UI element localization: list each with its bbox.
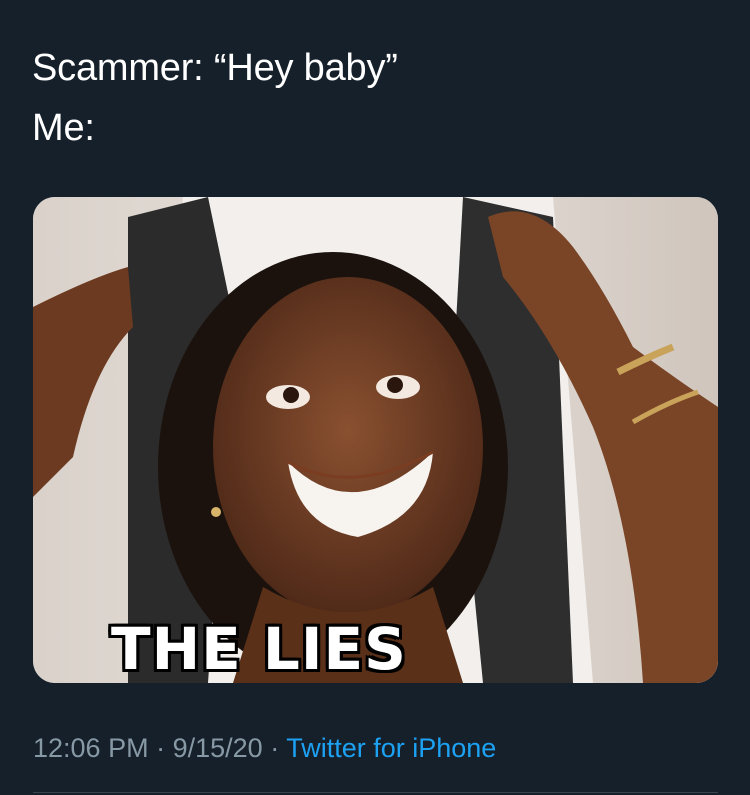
divider bbox=[33, 792, 718, 793]
tweet-text: Scammer: “Hey baby” Me: bbox=[32, 38, 398, 158]
meta-separator: · bbox=[270, 733, 280, 763]
tweet-line-2: Me: bbox=[32, 107, 95, 149]
tweet-time[interactable]: 12:06 PM bbox=[33, 733, 149, 763]
tweet-date[interactable]: 9/15/20 bbox=[173, 733, 263, 763]
tweet-metadata: 12:06 PM · 9/15/20 · Twitter for iPhone bbox=[33, 730, 496, 766]
gif-frame-illustration bbox=[33, 197, 718, 683]
gif-caption: THE LIES bbox=[111, 615, 407, 683]
meta-separator: · bbox=[156, 733, 166, 763]
tweet-media-gif[interactable]: THE LIES bbox=[33, 197, 718, 683]
tweet-source-link[interactable]: Twitter for iPhone bbox=[286, 733, 496, 763]
tweet-line-1: Scammer: “Hey baby” bbox=[32, 47, 398, 89]
